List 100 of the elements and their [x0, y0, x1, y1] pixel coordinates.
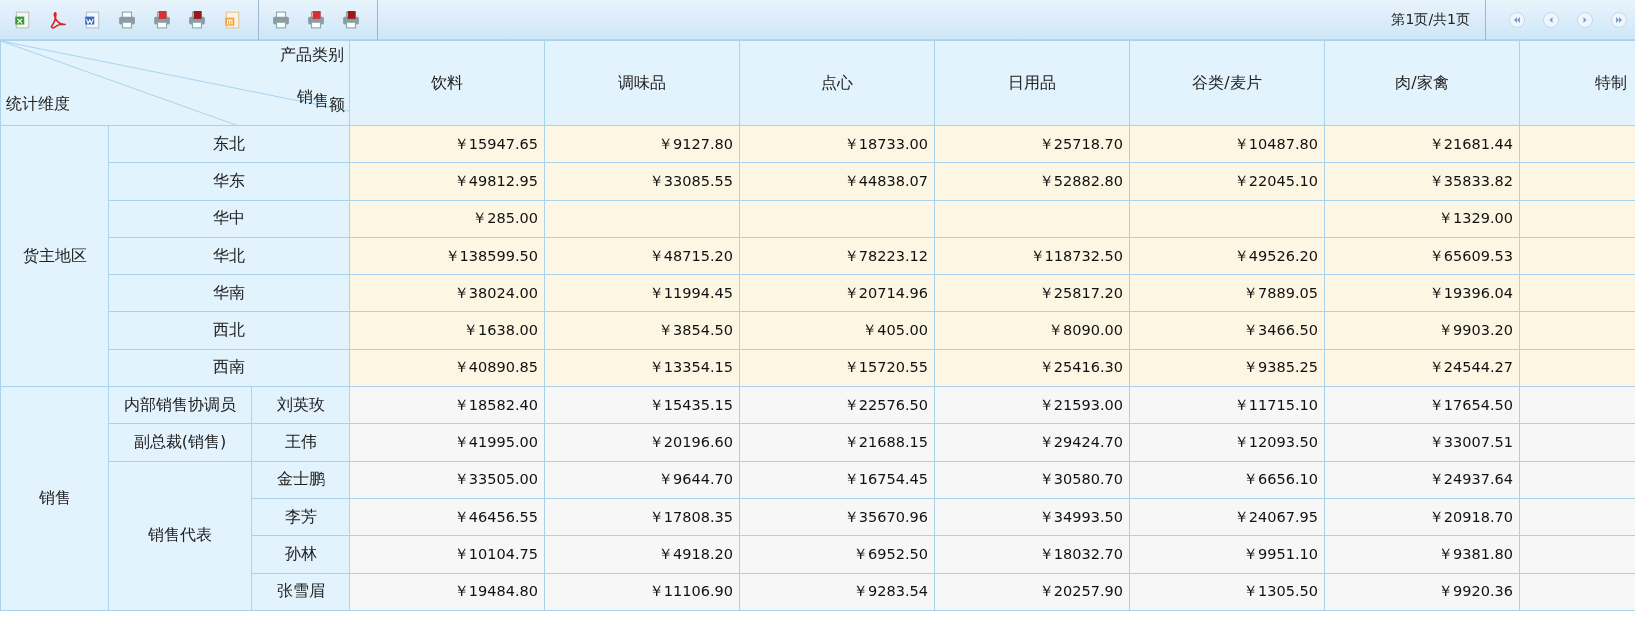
table-cell: ￥29424.70: [934, 423, 1130, 462]
table-cell: ￥15947.65: [349, 125, 545, 163]
table-cell: ￥20714.96: [739, 274, 935, 312]
row-group-header: 销售: [0, 386, 109, 611]
table-cell: ￥33505.00: [349, 461, 545, 499]
table-cell: ￥33007.51: [1324, 423, 1520, 462]
table-cell: ￥49526.20: [1129, 237, 1325, 275]
column-header: 谷类/麦片: [1129, 40, 1325, 126]
table-cell: ￥1305.50: [1129, 573, 1325, 611]
table-cell: ￥1638.00: [349, 312, 545, 350]
table-cell: ￥78223.12: [739, 237, 935, 275]
table-cell: ￥33085.55: [544, 162, 740, 201]
table-cell: ￥15435.15: [544, 386, 740, 424]
table-cell: ￥12093.50: [1129, 423, 1325, 462]
table-cell: ￥3854.50: [544, 312, 740, 350]
table-cell: ￥7889.05: [1129, 274, 1325, 312]
measure-label: 销售额: [297, 91, 345, 112]
row-group-header: 货主地区: [0, 125, 109, 387]
column-header: 调味品: [544, 40, 740, 126]
row-subgroup-header: 内部销售协调员: [108, 386, 252, 424]
table-cell: ￥9920.36: [1324, 573, 1520, 611]
table-cell: ￥21681.44: [1324, 125, 1520, 163]
table-cell: ￥30580.70: [934, 461, 1130, 499]
table-cell: ￥18733.00: [739, 125, 935, 163]
table-cell: ￥22576.50: [739, 386, 935, 424]
table-cell: ￥25416.30: [934, 349, 1130, 387]
table-cell: ￥35670.96: [739, 498, 935, 536]
printer-icon[interactable]: [342, 10, 360, 29]
next-page-icon[interactable]: [1577, 11, 1593, 28]
row-header: 刘英玫: [251, 386, 350, 424]
table-cell: ￥9127.80: [544, 125, 740, 163]
pdf-file-icon[interactable]: [48, 10, 66, 29]
page-indicator: 第1页/共1页: [1391, 10, 1470, 29]
last-page-icon[interactable]: [1611, 11, 1627, 28]
table-cell: ￥13354.15: [544, 349, 740, 387]
table-cell: ￥11106.90: [544, 573, 740, 611]
table-cell: ￥17808.35: [544, 498, 740, 536]
row-header: 华南: [108, 274, 350, 312]
table-cell: ￥9903.20: [1324, 312, 1520, 350]
table-cell: ￥20918.70: [1324, 498, 1520, 536]
table-cell: ￥35833.82: [1324, 162, 1520, 201]
table-cell: ￥49812.95: [349, 162, 545, 201]
table-cell: ￥10104.75: [349, 535, 545, 574]
column-header: 肉/家禽: [1324, 40, 1520, 126]
previous-page-icon[interactable]: [1543, 11, 1559, 28]
row-header: 东北: [108, 125, 350, 163]
printer-icon[interactable]: [153, 10, 171, 29]
document-icon[interactable]: [223, 10, 241, 29]
table-cell: ￥118732.50: [934, 237, 1130, 275]
printer-icon[interactable]: [307, 10, 325, 29]
table-cell: ￥11994.45: [544, 274, 740, 312]
column-header: 点心: [739, 40, 935, 126]
table-cell: ￥9283.54: [739, 573, 935, 611]
row-header: 李芳: [251, 498, 350, 536]
table-cell: ￥20257.90: [934, 573, 1130, 611]
row-header: 张雪眉: [251, 573, 350, 611]
row-subgroup-header: 销售代表: [108, 461, 252, 611]
table-cell: ￥22045.10: [1129, 162, 1325, 201]
table-cell: ￥25817.20: [934, 274, 1130, 312]
first-page-icon[interactable]: [1509, 11, 1525, 28]
row-header: 王伟: [251, 423, 350, 462]
table-cell: ￥4918.20: [544, 535, 740, 574]
table-cell: ￥9951.10: [1129, 535, 1325, 574]
row-dimension-label: 统计维度: [6, 94, 70, 115]
table-cell: ￥18032.70: [934, 535, 1130, 574]
table-cell: ￥24937.64: [1324, 461, 1520, 499]
table-cell: ￥6952.50: [739, 535, 935, 574]
column-header: 日用品: [934, 40, 1130, 126]
table-cell: ￥19396.04: [1324, 274, 1520, 312]
row-header: 金士鹏: [251, 461, 350, 499]
table-cell: ￥65609.53: [1324, 237, 1520, 275]
table-cell: ￥41995.00: [349, 423, 545, 462]
table-cell: ￥25718.70: [934, 125, 1130, 163]
table-cell: ￥34993.50: [934, 498, 1130, 536]
excel-file-icon[interactable]: [13, 10, 31, 29]
table-cell: ￥19484.80: [349, 573, 545, 611]
word-file-icon[interactable]: [83, 10, 101, 29]
row-header: 华北: [108, 237, 350, 275]
table-cell: ￥16754.45: [739, 461, 935, 499]
table-cell: ￥8090.00: [934, 312, 1130, 350]
row-subgroup-header: 副总裁(销售): [108, 423, 252, 462]
table-cell: ￥17654.50: [1324, 386, 1520, 424]
row-header: 华东: [108, 162, 350, 201]
table-cell: ￥405.00: [739, 312, 935, 350]
table-cell: ￥3466.50: [1129, 312, 1325, 350]
table-cell: ￥24067.95: [1129, 498, 1325, 536]
table-cell: ￥11715.10: [1129, 386, 1325, 424]
table-cell: ￥20196.60: [544, 423, 740, 462]
table-cell: ￥1329.00: [1324, 200, 1520, 238]
row-header: 西南: [108, 349, 350, 387]
table-cell: ￥15720.55: [739, 349, 935, 387]
column-header: 特制: [1519, 40, 1635, 126]
table-cell: ￥285.00: [349, 200, 545, 238]
table-cell: ￥21688.15: [739, 423, 935, 462]
table-cell: ￥46456.55: [349, 498, 545, 536]
table-cell: ￥21593.00: [934, 386, 1130, 424]
table-cell: ￥48715.20: [544, 237, 740, 275]
table-cell: ￥44838.07: [739, 162, 935, 201]
table-cell: ￥9385.25: [1129, 349, 1325, 387]
printer-icon[interactable]: [188, 10, 206, 29]
